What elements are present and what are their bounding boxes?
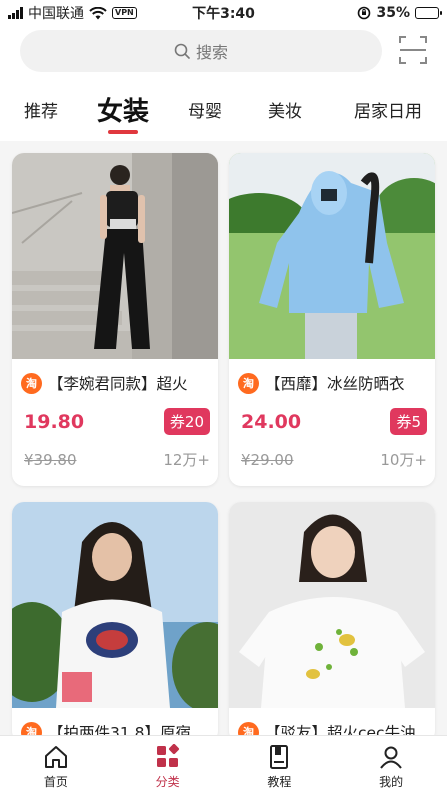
original-price: ¥39.80 (24, 450, 77, 469)
category-icon (156, 744, 179, 767)
tab-mother-baby[interactable]: 母婴 (182, 86, 228, 132)
category-tabs: 推荐 女装 母婴 美妆 居家日用 (0, 86, 447, 141)
product-card[interactable]: 淘 【拍两件31.8】原宿 (12, 502, 218, 735)
scan-button[interactable] (398, 34, 428, 66)
product-image (12, 502, 218, 708)
original-price: ¥29.00 (241, 450, 294, 469)
product-title-row: 淘 【西靡】冰丝防晒衣 (229, 359, 435, 394)
product-grid: 淘 【李婉君同款】超火 19.80 券20 ¥39.80 12万+ 淘 【西靡】… (0, 141, 447, 735)
product-price: 24.00 (241, 410, 302, 433)
coupon-badge[interactable]: 券20 (163, 408, 210, 435)
product-price: 19.80 (24, 410, 85, 433)
meta-row: ¥29.00 10万+ (229, 435, 435, 486)
product-title-row: 淘 【李婉君同款】超火 (12, 359, 218, 394)
battery-icon (415, 7, 442, 19)
tabbar-profile[interactable]: 我的 (335, 736, 447, 794)
bottom-tab-bar: 首页 分类 教程 我的 (0, 735, 447, 794)
active-tab-indicator (108, 130, 138, 134)
product-image (229, 153, 435, 359)
carrier-name: 中国联通 (28, 6, 84, 22)
product-image (12, 153, 218, 359)
status-right: 35% (357, 5, 442, 21)
tab-recommend[interactable]: 推荐 (18, 86, 64, 132)
wifi-icon (89, 6, 107, 19)
product-card[interactable]: 淘 【西靡】冰丝防晒衣 24.00 券5 ¥29.00 10万+ (229, 153, 435, 486)
status-left: 中国联通 VPN (8, 3, 137, 23)
signal-icon (8, 7, 23, 19)
tabbar-home[interactable]: 首页 (0, 736, 112, 794)
product-title-row: 淘 【拍两件31.8】原宿 (12, 708, 218, 735)
tabbar-label: 首页 (43, 775, 68, 789)
orientation-lock-icon (358, 6, 371, 20)
meta-row: ¥39.80 12万+ (12, 435, 218, 486)
tabbar-label: 教程 (267, 775, 292, 789)
product-title: 【李婉君同款】超火 (48, 375, 188, 393)
search-icon (174, 43, 190, 59)
search-placeholder: 搜索 (195, 43, 228, 62)
coupon-badge[interactable]: 券5 (390, 408, 427, 435)
product-title: 【拍两件31.8】原宿 (48, 724, 192, 735)
product-card[interactable]: 淘 【李婉君同款】超火 19.80 券20 ¥39.80 12万+ (12, 153, 218, 486)
search-input[interactable]: 搜索 (20, 30, 382, 72)
sales-count: 12万+ (163, 451, 210, 469)
product-image (229, 502, 435, 708)
product-title: 【驳友】超火cec牛油 (265, 724, 416, 735)
battery-percent: 35% (376, 5, 410, 21)
user-icon (380, 746, 402, 769)
taobao-badge-icon: 淘 (238, 721, 259, 735)
price-row: 24.00 券5 (229, 394, 435, 435)
tabbar-tutorial[interactable]: 教程 (224, 736, 336, 794)
product-title-row: 淘 【驳友】超火cec牛油 (229, 708, 435, 735)
search-row: 搜索 (0, 26, 447, 86)
tabbar-label: 分类 (155, 775, 180, 789)
tabbar-label: 我的 (379, 775, 404, 789)
product-title: 【西靡】冰丝防晒衣 (265, 375, 405, 393)
taobao-badge-icon: 淘 (238, 372, 259, 394)
taobao-badge-icon: 淘 (21, 721, 42, 735)
book-icon (270, 745, 289, 769)
scan-icon (399, 36, 427, 64)
price-row: 19.80 券20 (12, 394, 218, 435)
tab-beauty[interactable]: 美妆 (262, 86, 308, 132)
taobao-badge-icon: 淘 (21, 372, 42, 394)
tab-womens-clothing[interactable]: 女装 (90, 86, 156, 132)
home-icon (44, 746, 67, 768)
tab-home-goods[interactable]: 居家日用 (346, 86, 430, 132)
tabbar-category[interactable]: 分类 (112, 736, 224, 794)
vpn-badge: VPN (112, 7, 137, 19)
sales-count: 10万+ (380, 451, 427, 469)
status-bar: 中国联通 VPN 下午3:40 35% (0, 0, 447, 26)
product-card[interactable]: 淘 【驳友】超火cec牛油 (229, 502, 435, 735)
